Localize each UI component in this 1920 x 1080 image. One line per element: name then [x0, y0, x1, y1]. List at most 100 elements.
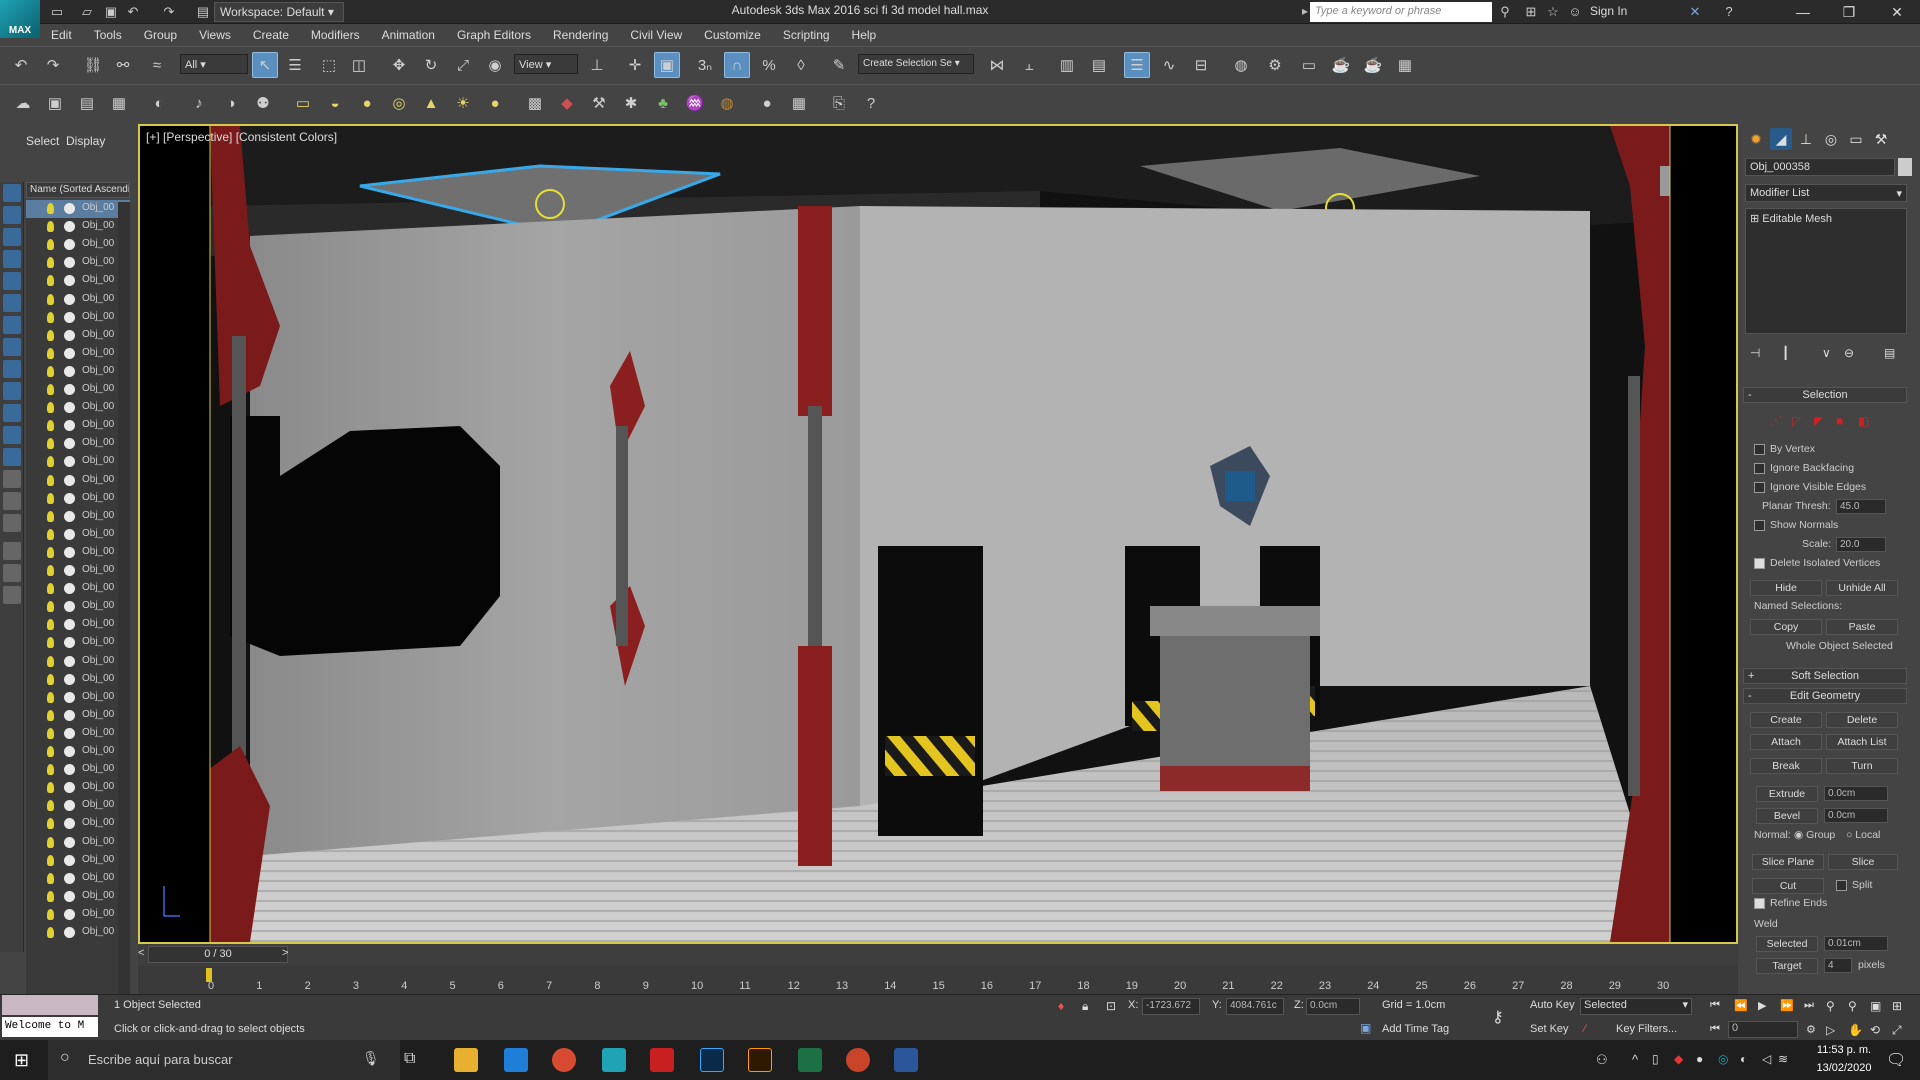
z-coordinate-field[interactable]: 0.0cm — [1306, 998, 1360, 1015]
visibility-icon[interactable] — [64, 565, 75, 576]
face-subobject-icon[interactable]: ◤ — [1814, 414, 1823, 428]
visibility-icon[interactable] — [64, 456, 75, 468]
visibility-icon[interactable] — [64, 637, 75, 649]
light-bulb-icon[interactable] — [47, 691, 54, 703]
scene-list-item[interactable]: Obj_00 — [26, 218, 130, 236]
light-bulb-icon[interactable] — [47, 420, 54, 432]
light-bulb-icon[interactable] — [47, 384, 54, 395]
scene-list-item[interactable]: Obj_00 — [26, 924, 130, 942]
render-setup-icon[interactable]: ⚙ — [1262, 52, 1288, 78]
menu-create[interactable]: Create — [242, 24, 300, 46]
reference-coordinate-dropdown[interactable]: View ▾ — [514, 54, 578, 74]
normal-group-radio[interactable]: ◉ Group — [1794, 829, 1835, 841]
torus-icon[interactable]: ◎ — [386, 90, 412, 116]
visibility-icon[interactable] — [64, 908, 75, 920]
zoom-icon[interactable]: ⚲ — [1826, 999, 1835, 1013]
display-tab-icon[interactable]: ▭ — [1845, 128, 1867, 150]
delete-button[interactable]: Delete — [1826, 712, 1898, 728]
bone-icon[interactable]: ◆ — [554, 90, 580, 116]
ambient-icon[interactable]: ◑ — [218, 90, 244, 116]
display-bones-icon[interactable] — [3, 404, 21, 422]
remove-modifier-icon[interactable]: ⊖ — [1844, 346, 1854, 360]
spinner-snap-icon[interactable]: ◊ — [788, 52, 814, 78]
plane-icon[interactable]: ▭ — [290, 90, 316, 116]
object-color-swatch[interactable] — [1898, 158, 1912, 176]
scene-list-item[interactable]: Obj_00 — [26, 544, 130, 562]
scene-list-item[interactable]: Obj_00 — [26, 526, 130, 544]
tray-app-icon[interactable]: ● — [1696, 1052, 1703, 1066]
slice-plane-button[interactable]: Slice Plane — [1752, 854, 1824, 870]
light-bulb-icon[interactable] — [47, 673, 54, 685]
scene-list-item[interactable]: Obj_00 — [26, 236, 130, 254]
sun-icon[interactable]: ☀ — [450, 90, 476, 116]
info-center-icon[interactable]: ▸ — [1302, 4, 1308, 18]
current-time-marker[interactable] — [206, 968, 212, 982]
light-bulb-icon[interactable] — [47, 438, 54, 450]
particle-icon[interactable]: ⚉ — [250, 90, 276, 116]
link-icon[interactable]: ⛓ — [80, 52, 106, 78]
light-bulb-icon[interactable] — [47, 836, 54, 848]
light-bulb-icon[interactable] — [47, 637, 54, 649]
user-icon[interactable]: ☺ — [1566, 3, 1584, 21]
maximize-button[interactable]: ❐ — [1826, 0, 1872, 24]
select-object-icon[interactable]: ↖ — [252, 52, 278, 78]
light-bulb-icon[interactable] — [47, 347, 54, 359]
visibility-icon[interactable] — [64, 492, 75, 504]
project-folder-icon[interactable]: ▤ — [194, 3, 212, 21]
light-bulb-icon[interactable] — [47, 854, 54, 866]
visibility-icon[interactable] — [64, 275, 75, 287]
scale-icon[interactable]: ⤢ — [450, 52, 476, 78]
modify-tab-icon[interactable]: ◢ — [1770, 128, 1792, 150]
refine-ends-checkbox[interactable] — [1754, 898, 1765, 909]
slice-button[interactable]: Slice — [1828, 854, 1898, 870]
isolate-selection-icon[interactable]: ♦ — [1058, 999, 1064, 1013]
ignore-backfacing-checkbox[interactable] — [1754, 463, 1765, 474]
notifications-icon[interactable]: 🗨︎ — [1886, 1050, 1906, 1070]
exchange-icon[interactable]: ✕ — [1686, 3, 1704, 21]
hierarchy-icon[interactable] — [3, 586, 21, 604]
time-tag-icon[interactable]: ▣ — [1360, 1021, 1371, 1035]
visibility-icon[interactable] — [64, 528, 75, 540]
light-bulb-icon[interactable] — [47, 800, 54, 812]
light-bulb-icon[interactable] — [47, 872, 54, 884]
key-filters-button[interactable]: Key Filters... — [1616, 1023, 1677, 1035]
tray-icon[interactable]: ▯ — [1652, 1052, 1659, 1066]
scene-list-item[interactable]: Obj_00 — [26, 327, 130, 345]
light-bulb-icon[interactable] — [47, 655, 54, 667]
visibility-icon[interactable] — [64, 365, 75, 377]
column-header-name[interactable]: Name (Sorted Ascending) — [26, 182, 130, 198]
minimize-button[interactable]: — — [1780, 0, 1826, 24]
sound-icon[interactable]: ♪ — [186, 90, 212, 116]
scene-list-item[interactable]: Obj_00 — [26, 653, 130, 671]
light-bulb-icon[interactable] — [47, 402, 54, 414]
extrude-button[interactable]: Extrude — [1756, 786, 1818, 802]
menu-tools[interactable]: Tools — [83, 24, 133, 46]
select-by-name-icon[interactable]: ☰ — [282, 52, 308, 78]
redo-icon[interactable]: ↷ — [160, 3, 178, 21]
display-lights-icon[interactable] — [3, 272, 21, 290]
toggle-ribbon-icon[interactable]: ▤ — [1086, 52, 1112, 78]
visibility-icon[interactable] — [64, 203, 75, 214]
menu-rendering[interactable]: Rendering — [542, 24, 619, 46]
redo-icon[interactable]: ↷ — [40, 52, 66, 78]
light-bulb-icon[interactable] — [47, 709, 54, 721]
display-helpers-icon[interactable] — [3, 316, 21, 334]
visibility-icon[interactable] — [64, 746, 75, 757]
collapse-icon[interactable] — [3, 492, 21, 510]
light-bulb-icon[interactable] — [47, 583, 54, 595]
copy-button[interactable]: Copy — [1750, 619, 1822, 635]
extrude-spinner[interactable]: 0.0cm — [1824, 786, 1888, 801]
container-icon[interactable]: ☁ — [10, 90, 36, 116]
sphere-icon[interactable]: ● — [354, 90, 380, 116]
x-coordinate-field[interactable]: -1723.672 — [1142, 998, 1200, 1015]
scene-list-item[interactable]: Obj_00 — [26, 725, 130, 743]
key-icon[interactable]: ⚷ — [1492, 1007, 1504, 1027]
scene-list-item[interactable]: Obj_00 — [26, 508, 130, 526]
display-spacewarps-icon[interactable] — [3, 338, 21, 356]
visibility-icon[interactable] — [64, 546, 75, 558]
cone-icon[interactable]: ▲ — [418, 90, 444, 116]
app-logo[interactable]: MAX — [0, 0, 40, 38]
angle-snap-icon[interactable]: ∩ — [724, 52, 750, 78]
filter-icon[interactable] — [3, 542, 21, 560]
scene-list-item[interactable]: Obj_00 — [26, 490, 130, 508]
